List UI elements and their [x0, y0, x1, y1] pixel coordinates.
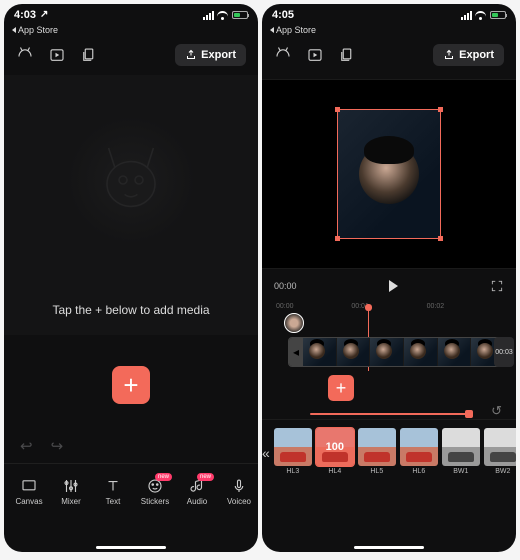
editor-header: Export [262, 35, 516, 75]
export-icon [443, 49, 455, 61]
media-icon[interactable] [48, 46, 66, 64]
home-indicator[interactable] [354, 546, 424, 549]
undo-button[interactable]: ↩ [20, 437, 33, 455]
playhead-knob[interactable] [365, 304, 372, 311]
preview-canvas[interactable] [262, 79, 516, 269]
status-time: 4:03 [14, 9, 36, 21]
brand-icon[interactable] [16, 46, 34, 64]
timeline[interactable]: 00:00 00:01 00:02 ◂ 00:03 + ↺ [262, 299, 516, 419]
bottom-toolbar: Canvas Mixer Text new Stickers new Audio… [4, 463, 258, 519]
play-button[interactable] [389, 280, 398, 292]
reset-button[interactable]: ↺ [491, 403, 502, 419]
back-to-app[interactable]: App Store [4, 24, 258, 35]
filter-intensity-value: 100 [316, 428, 354, 466]
clip-trim-left[interactable]: ◂ [289, 338, 303, 366]
tool-mixer[interactable]: Mixer [50, 477, 92, 506]
layers-icon[interactable] [80, 46, 98, 64]
clip-thumbnail [359, 144, 419, 204]
filter-strip: « HL3 100 HL4 HL5 HL6 BW1 BW2 [262, 419, 516, 481]
home-indicator[interactable] [96, 546, 166, 549]
tool-voiceover[interactable]: Voiceo [218, 477, 258, 506]
signal-icon [461, 11, 472, 20]
signal-icon [203, 11, 214, 20]
back-chevron-icon [270, 27, 274, 33]
tool-canvas[interactable]: Canvas [8, 477, 50, 506]
battery-icon [490, 11, 506, 19]
editor-header: Export [4, 35, 258, 75]
filter-bw1[interactable]: BW1 [442, 428, 480, 478]
redo-button[interactable]: ↪ [51, 437, 64, 455]
wifi-icon [217, 11, 229, 20]
playhead-marker-icon[interactable] [284, 313, 304, 333]
tool-stickers[interactable]: new Stickers [134, 477, 176, 506]
media-icon[interactable] [306, 46, 324, 64]
filter-intensity-slider[interactable] [310, 413, 470, 415]
undo-redo-row: ↩ ↪ [4, 435, 258, 463]
video-clip[interactable]: ◂ [288, 337, 506, 367]
export-button[interactable]: Export [433, 44, 504, 66]
editor-empty-state: 4:03 ↗ App Store Export Tap the + be [4, 4, 258, 552]
filters-back-button[interactable]: « [262, 431, 270, 475]
filter-hl3[interactable]: HL3 [274, 428, 312, 478]
new-badge: new [155, 473, 172, 481]
editor-with-media: 4:05 App Store Export 00:0 [262, 4, 516, 552]
back-chevron-icon [12, 27, 16, 33]
add-layer-button[interactable]: + [328, 375, 354, 401]
clip-duration-label: 00:03 [494, 337, 514, 367]
filter-hl5[interactable]: HL5 [358, 428, 396, 478]
fullscreen-button[interactable] [490, 279, 504, 293]
battery-icon [232, 11, 248, 19]
tool-text[interactable]: Text [92, 477, 134, 506]
status-bar: 4:05 [262, 4, 516, 24]
preview-canvas: Tap the + below to add media [4, 75, 258, 335]
tool-audio[interactable]: new Audio [176, 477, 218, 506]
playback-controls: 00:00 [262, 269, 516, 299]
timeline-empty: + [4, 335, 258, 435]
filter-bw2[interactable]: BW2 [484, 428, 516, 478]
location-icon: ↗ [40, 9, 48, 20]
empty-state-text: Tap the + below to add media [52, 303, 209, 317]
current-time: 00:00 [274, 281, 297, 291]
new-badge: new [197, 473, 214, 481]
status-bar: 4:03 ↗ [4, 4, 258, 24]
export-icon [185, 49, 197, 61]
export-button[interactable]: Export [175, 44, 246, 66]
layers-icon[interactable] [338, 46, 356, 64]
filter-hl6[interactable]: HL6 [400, 428, 438, 478]
wifi-icon [475, 11, 487, 20]
time-ruler: 00:00 00:01 00:02 [262, 303, 516, 310]
status-time: 4:05 [272, 9, 294, 21]
selected-clip-frame[interactable] [337, 109, 441, 239]
brand-watermark [66, 115, 196, 245]
brand-icon[interactable] [274, 46, 292, 64]
filter-hl4[interactable]: 100 HL4 [316, 428, 354, 478]
back-to-app[interactable]: App Store [262, 24, 516, 35]
add-media-button[interactable]: + [112, 366, 150, 404]
